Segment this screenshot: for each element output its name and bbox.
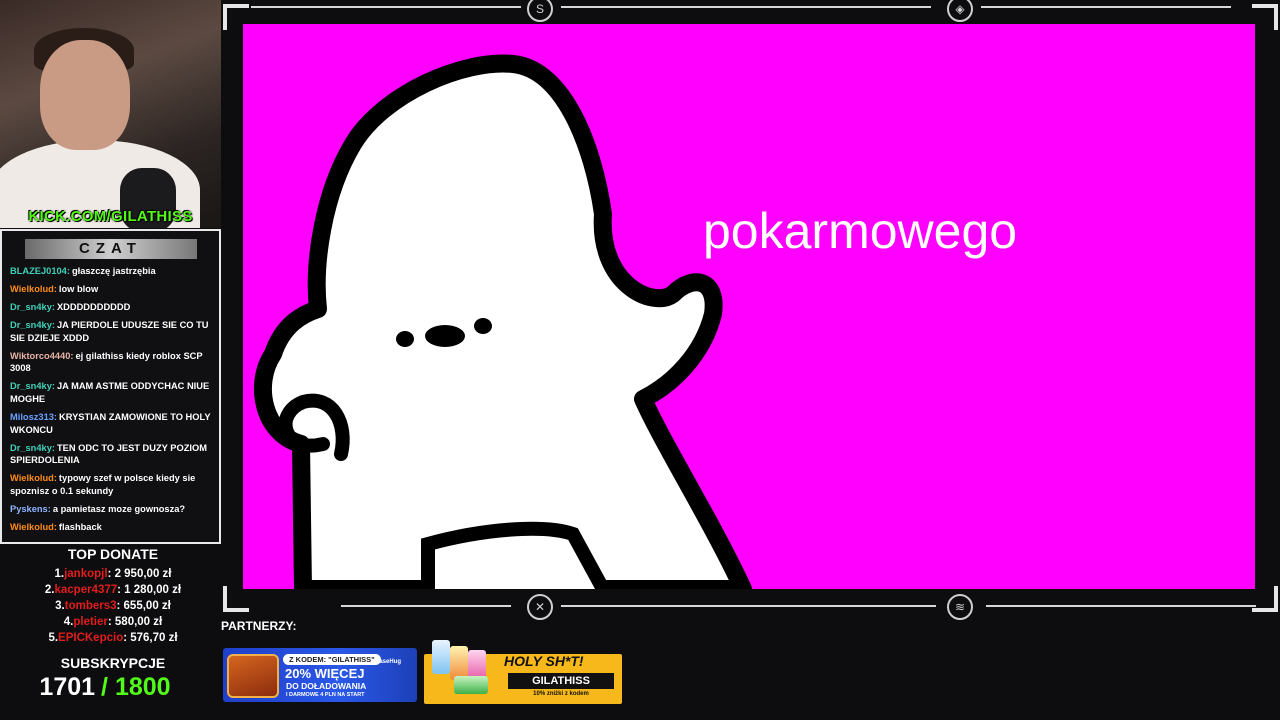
chat-messages: BLAZEJ0104: głaszczę jastrzębia Wielkolud:… [2, 265, 219, 533]
donate-row: 1.jankopjl: 2 950,00 zł [0, 566, 226, 582]
donate-row: 4.pletier: 580,00 zł [0, 614, 226, 630]
frame-line-top-right [981, 6, 1231, 8]
ghost-nose [425, 325, 465, 347]
sponsor-logo-icon: S [527, 0, 553, 22]
chat-message: Pyskens: a pamietasz moze gownosza? [10, 503, 213, 516]
ghost-illustration [253, 54, 752, 589]
chat-message: Wiktorco4440: ej gilathiss kiedy roblox S… [10, 350, 213, 375]
donate-name: tombers3 [64, 600, 117, 612]
donate-amount: : 1 280,00 zł [117, 584, 182, 596]
frame-line-top-mid [561, 6, 931, 8]
holy-title: HOLY SH*T! [504, 653, 584, 669]
donate-amount: : 576,70 zł [123, 632, 178, 644]
donate-amount: : 2 950,00 zł [107, 568, 172, 580]
holy-fine: 10% zniżki z kodem [533, 691, 589, 697]
frame-corner-bl [223, 586, 249, 612]
donate-name: jankopjl [64, 568, 108, 580]
chat-message: Wielkolud: typowy szef w polsce kiedy sie… [10, 472, 213, 497]
wave-logo-icon: ≋ [947, 594, 973, 620]
chat-message: Dr_sn4ky: TEN ODC TO JEST DUZY POZIOM SPI… [10, 442, 213, 467]
chat-username[interactable]: Milosz313: [10, 412, 57, 422]
chat-message: BLAZEJ0104: głaszczę jastrzębia [10, 265, 213, 278]
chat-message: Dr_sn4ky: JA PIERDOLE UDUSZE SIE CO TU SI… [10, 319, 213, 344]
ghost-eye-left [396, 331, 414, 347]
subs-goal: / 1800 [101, 673, 171, 701]
donate-rank: 1. [54, 568, 65, 580]
product-box-icon [454, 676, 488, 694]
video-content: pokarmowego [243, 24, 1255, 589]
chat-username[interactable]: BLAZEJ0104: [10, 266, 70, 276]
chat-message: Milosz313: KRYSTIAN ZAMOWIONE TO HOLY WKO… [10, 411, 213, 436]
chat-panel: CZAT BLAZEJ0104: głaszczę jastrzębia Wielk… [0, 229, 221, 544]
webcam-feed: KICK.COM/GILATHISS [0, 0, 221, 228]
target-logo-icon: ◈ [947, 0, 973, 22]
chat-username[interactable]: Wielkolud: [10, 522, 57, 532]
chat-username[interactable]: Wielkolud: [10, 284, 57, 294]
casehug-sub: DO DOŁADOWANIA [286, 681, 367, 691]
chat-text: low blow [58, 284, 99, 295]
donate-rank: 3. [55, 600, 65, 612]
casehug-main: 20% WIĘCEJ [285, 666, 365, 681]
chat-username[interactable]: Pyskens: [10, 504, 51, 514]
chat-text: flashback [58, 521, 102, 532]
subs-counter: 1701/ 1800 [0, 673, 210, 702]
chat-username[interactable]: Dr_sn4ky: [10, 381, 55, 391]
donate-amount: : 580,00 zł [107, 616, 163, 628]
partners-label: PARTNERZY: [221, 619, 297, 633]
donate-row: 2.kacper4377: 1 280,00 zł [0, 582, 226, 598]
donate-list: 1.jankopjl: 2 950,00 zł 2.kacper4377: 1 2… [0, 566, 226, 646]
donate-name: pletier [73, 616, 108, 628]
chat-message: Wielkolud: flashback [10, 521, 213, 534]
chat-title: CZAT [24, 239, 197, 259]
frame-line-bottom-left [341, 605, 511, 607]
streamer-face [40, 40, 130, 150]
frame-line-bottom-right [986, 605, 1256, 607]
subs-title: SUBSKRYPCJE [60, 655, 166, 671]
chat-username[interactable]: Dr_sn4ky: [10, 320, 55, 330]
holy-banner[interactable]: HOLY SH*T! GILATHISS 10% zniżki z kodem [424, 640, 622, 704]
chat-text: głaszczę jastrzębia [71, 266, 156, 276]
frame-line-bottom-mid [561, 605, 936, 607]
holy-code: GILATHISS [508, 673, 614, 689]
casehug-brand: CaseHug [375, 659, 402, 665]
ghost-eye-right [474, 318, 492, 334]
chat-username[interactable]: Dr_sn4ky: [10, 302, 55, 312]
frame-corner-tr [1252, 4, 1278, 30]
top-donate-title: TOP DONATE [67, 546, 159, 562]
donate-rank: 5. [48, 632, 59, 644]
casehug-code: Z KODEM: "GILATHISS" [283, 654, 381, 665]
treasure-chest-icon [227, 654, 279, 698]
chat-username[interactable]: Wiktorco4440: [10, 351, 73, 361]
chat-username[interactable]: Wielkolud: [10, 473, 57, 483]
donate-rank: 4. [63, 616, 74, 628]
video-caption: pokarmowego [703, 203, 1018, 259]
donate-name: kacper4377 [54, 584, 118, 596]
chat-text: XDDDDDDDDDD [56, 302, 131, 313]
chat-message: Dr_sn4ky: JA MAM ASTME ODDYCHAC NIUE MOGH… [10, 380, 213, 405]
product-can-icon [450, 646, 468, 680]
product-can-icon [432, 640, 450, 674]
frame-line-top-left [251, 6, 521, 8]
donate-row: 3.tombers3: 655,00 zł [0, 598, 226, 614]
chat-message: Dr_sn4ky: XDDDDDDDDDD [10, 301, 213, 314]
casehug-fine: I DARMOWE 4 PLN NA START [286, 692, 365, 698]
donate-row: 5.EPICKepcio: 576,70 zł [0, 630, 226, 646]
chat-username[interactable]: Dr_sn4ky: [10, 443, 55, 453]
donate-amount: : 655,00 zł [116, 600, 171, 612]
chat-text: a pamietasz moze gownosza? [52, 503, 186, 514]
sponsor-logo-icon: ✕ [527, 594, 553, 620]
kick-url: KICK.COM/GILATHISS [28, 208, 193, 225]
ghost-leg [421, 521, 610, 589]
frame-corner-br [1252, 586, 1278, 612]
ghost-body [253, 54, 752, 589]
chat-message: Wielkolud: low blow [10, 283, 213, 296]
donate-name: EPICKepcio [58, 632, 124, 644]
subs-current: 1701 [39, 673, 96, 701]
casehug-banner[interactable]: Z KODEM: "GILATHISS" CaseHug 20% WIĘCEJ … [223, 648, 417, 702]
